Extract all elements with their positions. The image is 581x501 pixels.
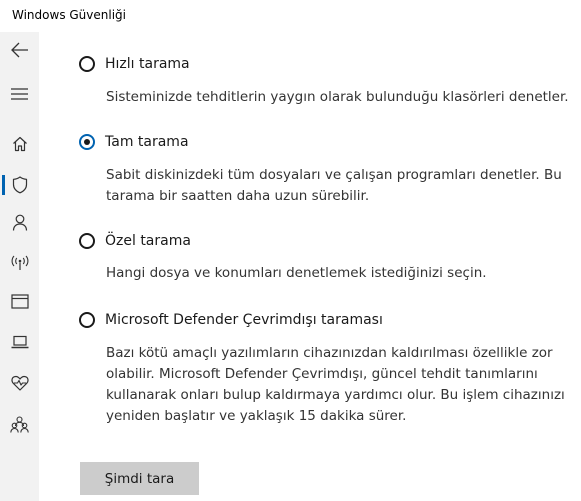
person-icon — [12, 214, 28, 231]
quick-scan-radio[interactable] — [79, 56, 95, 72]
custom-scan-radio[interactable] — [79, 233, 95, 249]
sidebar-item-device-security[interactable] — [0, 324, 39, 360]
custom-scan-label: Özel tarama — [105, 233, 191, 249]
quick-scan-label: Hızlı tarama — [105, 56, 190, 72]
offline-scan-radio[interactable] — [79, 312, 95, 328]
sidebar-item-account-protection[interactable] — [0, 204, 39, 240]
hamburger-menu-icon — [11, 88, 28, 100]
wireless-antenna-icon — [11, 255, 29, 271]
sidebar-item-device-performance-health[interactable] — [0, 365, 39, 401]
full-scan-description: Sabit diskinizdeki tüm dosyaları ve çalı… — [106, 167, 562, 204]
shield-icon — [12, 176, 28, 194]
custom-scan-description: Hangi dosya ve konumları denetlemek iste… — [106, 265, 487, 281]
custom-scan-option[interactable]: Özel tarama — [79, 233, 191, 249]
menu-button[interactable] — [0, 76, 39, 112]
offline-scan-option[interactable]: Microsoft Defender Çevrimdışı taraması — [79, 312, 383, 328]
window-title: Windows Güvenliği — [12, 8, 126, 22]
quick-scan-option[interactable]: Hızlı tarama — [79, 56, 190, 72]
heart-pulse-icon — [10, 375, 29, 391]
full-scan-label: Tam tarama — [105, 134, 189, 150]
navigation-sidebar — [0, 32, 39, 501]
sidebar-item-app-browser-control[interactable] — [0, 283, 39, 319]
full-scan-option[interactable]: Tam tarama — [79, 134, 189, 150]
sidebar-item-virus-protection[interactable] — [0, 167, 39, 203]
sidebar-item-firewall-network[interactable] — [0, 245, 39, 281]
sidebar-item-family-options[interactable] — [0, 406, 39, 442]
browser-window-icon — [10, 293, 29, 309]
offline-scan-label: Microsoft Defender Çevrimdışı taraması — [105, 312, 383, 328]
laptop-icon — [11, 335, 29, 349]
windows-security-window: Windows Güvenliği Hızlı tarama Sistemini… — [0, 0, 581, 501]
title-bar: Windows Güvenliği — [0, 0, 581, 32]
offline-scan-description: Bazı kötü amaçlı yazılımların cihazınızd… — [106, 345, 565, 424]
full-scan-radio[interactable] — [79, 134, 95, 150]
scan-now-button[interactable]: Şimdi tara — [80, 462, 199, 495]
back-button[interactable] — [0, 32, 39, 68]
home-icon — [12, 136, 28, 152]
scan-options-panel: Hızlı tarama Sisteminizde tehditlerin ya… — [39, 32, 581, 501]
quick-scan-description: Sisteminizde tehditlerin yaygın olarak b… — [106, 89, 569, 105]
sidebar-item-home[interactable] — [0, 126, 39, 162]
family-icon — [10, 415, 29, 433]
back-arrow-icon — [10, 42, 29, 58]
